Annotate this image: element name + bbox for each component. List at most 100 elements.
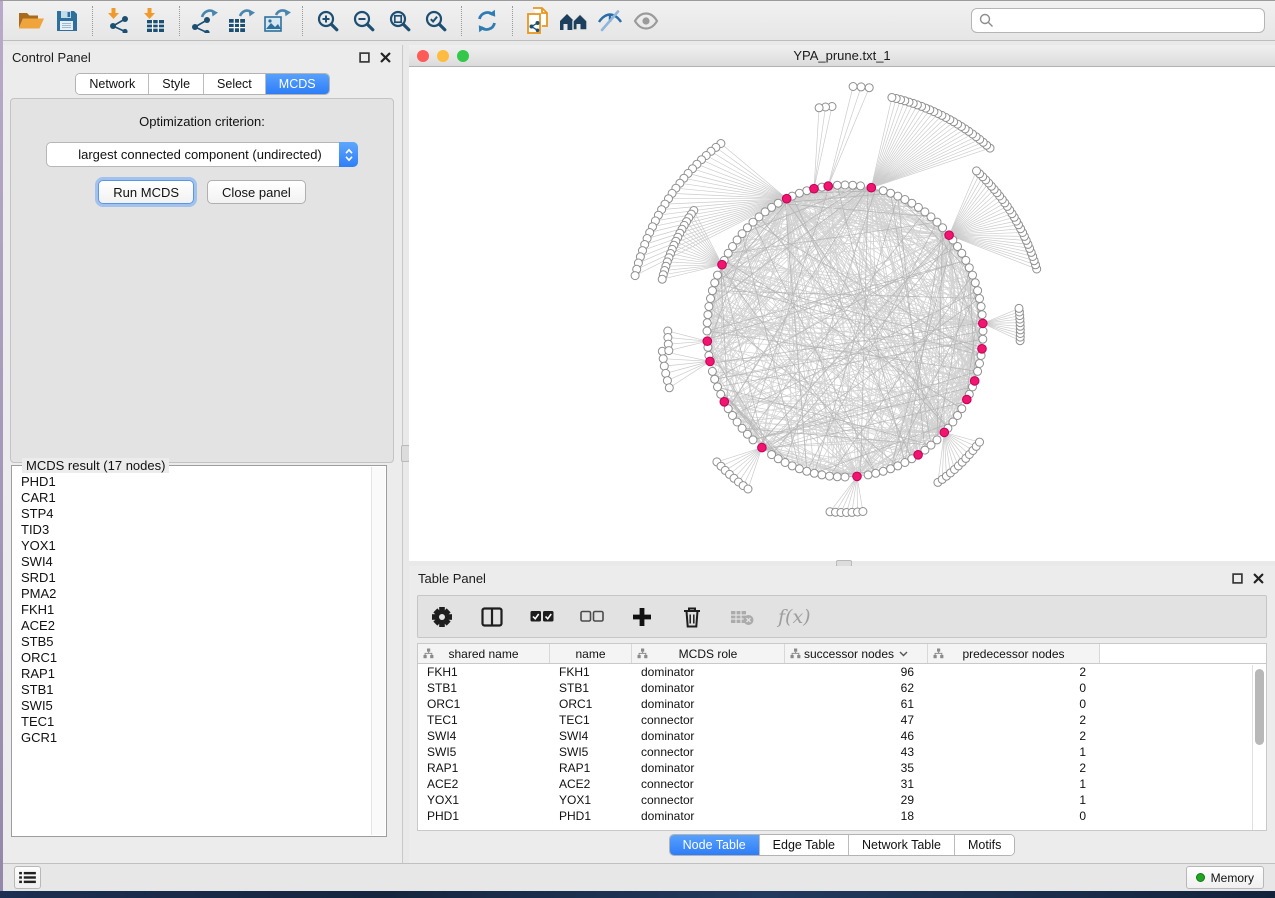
graph-node[interactable] [841, 181, 849, 189]
delete-table-button[interactable] [728, 602, 756, 632]
graph-node[interactable] [979, 327, 987, 335]
create-column-button[interactable] [628, 602, 656, 632]
graph-node[interactable] [708, 287, 716, 295]
graph-node[interactable] [849, 181, 857, 189]
graph-node[interactable] [965, 264, 973, 272]
graph-node[interactable] [711, 279, 719, 287]
table-row[interactable]: SWI5SWI5connector431 [418, 744, 1266, 760]
graph-node[interactable] [849, 83, 857, 91]
column-header-predecessor-nodes[interactable]: predecessor nodes [928, 644, 1100, 663]
tab-mcds[interactable]: MCDS [265, 74, 329, 94]
tab-select[interactable]: Select [203, 74, 265, 94]
network-canvas[interactable] [409, 67, 1275, 561]
table-scrollbar[interactable] [1252, 665, 1266, 830]
graph-node[interactable] [708, 367, 716, 375]
unselect-all-columns-button[interactable] [578, 602, 606, 632]
mcds-result-scrollbar[interactable] [371, 467, 385, 835]
mcds-result-item[interactable]: ACE2 [21, 618, 371, 634]
save-session-button[interactable] [49, 5, 85, 37]
zoom-selected-button[interactable] [418, 5, 454, 37]
graph-node[interactable] [704, 311, 712, 319]
graph-hub-node[interactable] [914, 451, 923, 460]
graph-node[interactable] [815, 104, 823, 112]
graph-node[interactable] [976, 295, 984, 303]
graph-hub-node[interactable] [706, 357, 715, 366]
graph-node[interactable] [833, 181, 841, 189]
close-panel-button[interactable] [377, 51, 393, 65]
graph-node[interactable] [714, 383, 722, 391]
mcds-result-item[interactable]: RAP1 [21, 666, 371, 682]
graph-node[interactable] [703, 327, 711, 335]
graph-node[interactable] [864, 471, 872, 479]
graph-hub-node[interactable] [963, 395, 972, 404]
graph-hub-node[interactable] [758, 443, 767, 452]
graph-node[interactable] [979, 335, 987, 343]
mcds-result-list[interactable]: PHD1CAR1STP4TID3YOX1SWI4SRD1PMA2FKH1ACE2… [13, 467, 371, 835]
table-scrollbar-thumb[interactable] [1255, 669, 1264, 745]
zoom-fit-button[interactable] [382, 5, 418, 37]
mcds-result-item[interactable]: SRD1 [21, 570, 371, 586]
mcds-result-item[interactable]: FKH1 [21, 602, 371, 618]
graph-node[interactable] [973, 167, 981, 175]
search-input[interactable] [999, 13, 1257, 28]
graph-node[interactable] [865, 84, 873, 92]
graph-node[interactable] [711, 375, 719, 383]
mcds-result-item[interactable]: SWI5 [21, 698, 371, 714]
graph-node[interactable] [818, 471, 826, 479]
graph-node[interactable] [705, 303, 713, 311]
graph-hub-node[interactable] [978, 345, 987, 354]
graph-node[interactable] [749, 436, 757, 444]
clone-network-button[interactable] [520, 5, 556, 37]
graph-node[interactable] [810, 469, 818, 477]
graph-node[interactable] [833, 473, 841, 481]
show-column-panel-button[interactable] [478, 602, 506, 632]
graph-node[interactable] [887, 189, 895, 197]
graph-node[interactable] [974, 367, 982, 375]
table-row[interactable]: ORC1ORC1dominator610 [418, 696, 1266, 712]
graph-node[interactable] [707, 295, 715, 303]
import-table-button[interactable] [136, 5, 172, 37]
graph-node[interactable] [795, 465, 803, 473]
mcds-result-item[interactable]: GCR1 [21, 730, 371, 746]
graph-node[interactable] [665, 384, 673, 392]
graph-hub-node[interactable] [720, 398, 729, 407]
mcds-result-item[interactable]: STB5 [21, 634, 371, 650]
graph-node[interactable] [958, 405, 966, 413]
mcds-result-item[interactable]: YOX1 [21, 538, 371, 554]
mcds-result-item[interactable]: STB1 [21, 682, 371, 698]
column-header-mcds-role[interactable]: MCDS role [632, 644, 785, 663]
graph-hub-node[interactable] [979, 319, 988, 328]
show-panels-button[interactable] [628, 5, 664, 37]
graph-node[interactable] [933, 436, 941, 444]
graph-hub-node[interactable] [824, 182, 833, 191]
float-table-panel-button[interactable] [1229, 572, 1245, 586]
graph-node[interactable] [658, 275, 666, 283]
graph-node[interactable] [872, 469, 880, 477]
delete-column-button[interactable] [678, 602, 706, 632]
select-all-columns-button[interactable] [528, 602, 556, 632]
graph-node[interactable] [974, 287, 982, 295]
graph-node[interactable] [703, 319, 711, 327]
graph-node[interactable] [662, 369, 670, 377]
table-row[interactable]: SWI4SWI4dominator462 [418, 728, 1266, 744]
graph-node[interactable] [888, 94, 896, 102]
graph-hub-node[interactable] [945, 231, 954, 240]
table-row[interactable]: PHD1PHD1dominator180 [418, 808, 1266, 824]
graph-node[interactable] [978, 311, 986, 319]
graph-hub-node[interactable] [718, 260, 727, 269]
memory-button[interactable]: Memory [1186, 866, 1264, 889]
graph-node[interactable] [659, 355, 667, 363]
tab-motifs[interactable]: Motifs [954, 835, 1014, 855]
tab-style[interactable]: Style [148, 74, 203, 94]
graph-node[interactable] [714, 271, 722, 279]
tab-network-table[interactable]: Network Table [848, 835, 954, 855]
mcds-result-item[interactable]: PHD1 [21, 474, 371, 490]
graph-node[interactable] [665, 347, 673, 355]
graph-node[interactable] [841, 473, 849, 481]
mcds-result-item[interactable]: PMA2 [21, 586, 371, 602]
float-panel-button[interactable] [356, 51, 372, 65]
table-row[interactable]: RAP1RAP1dominator352 [418, 760, 1266, 776]
graph-node[interactable] [971, 279, 979, 287]
mcds-result-item[interactable]: SWI4 [21, 554, 371, 570]
table-settings-button[interactable] [428, 602, 456, 632]
